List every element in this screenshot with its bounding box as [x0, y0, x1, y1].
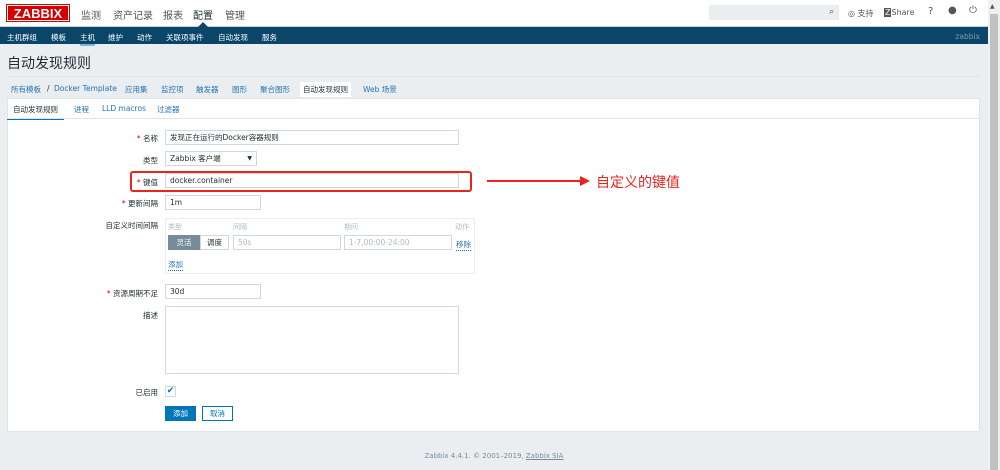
menu-monitoring[interactable]: 监测 [81, 7, 101, 22]
search-input[interactable]: ⌕ [709, 5, 839, 20]
annotation-highlight-box [130, 171, 472, 192]
footer-company-link[interactable]: Zabbix SIA [526, 452, 564, 460]
add-button[interactable]: 添加 [165, 406, 196, 421]
menu-inventory[interactable]: 资产记录 [113, 7, 153, 22]
name-input[interactable]: 发现正在运行的Docker容器规则 [165, 130, 459, 145]
breadcrumb-template[interactable]: Docker Template [54, 84, 117, 93]
subnav-discovery[interactable]: 自动发现 [218, 32, 248, 43]
menu-administration[interactable]: 管理 [225, 7, 245, 22]
breadcrumb-separator: / [47, 84, 50, 93]
zabbix-logo[interactable]: ZABBIX [6, 4, 70, 22]
custom-interval-input[interactable]: 50s [233, 235, 341, 250]
breadcrumb-graphs[interactable]: 图形 [232, 84, 247, 95]
scroll-up-icon[interactable]: ▲ [990, 3, 995, 10]
enabled-label: 已启用 [135, 388, 159, 397]
lifetime-input[interactable]: 30d [165, 284, 261, 299]
add-interval-link[interactable]: 添加 [168, 259, 183, 271]
search-icon[interactable]: ⌕ [829, 7, 834, 17]
breadcrumb-web-scenarios[interactable]: Web 场景 [363, 84, 397, 95]
breadcrumb-triggers[interactable]: 触发器 [196, 84, 219, 95]
cancel-button[interactable]: 取消 [202, 406, 233, 421]
page-title: 自动发现规则 [7, 56, 91, 72]
description-label: 描述 [143, 311, 158, 320]
subnav-hosts[interactable]: 主机 [80, 32, 95, 46]
share-link[interactable]: ZShare [884, 8, 915, 17]
col-action: 动作 [455, 223, 469, 231]
support-link[interactable]: ◎ 支持 [848, 8, 874, 19]
name-label: * 名称 [136, 134, 158, 143]
breadcrumb-discovery-rules[interactable]: 自动发现规则 [300, 82, 351, 97]
remove-interval-link[interactable]: 移除 [456, 239, 471, 251]
arrow-head-icon [580, 176, 590, 186]
subnav-event-correlation[interactable]: 关联项事件 [166, 32, 204, 43]
subnav-services[interactable]: 服务 [262, 32, 277, 43]
power-icon[interactable]: ⏻ [969, 5, 977, 16]
custom-period-input[interactable]: 1-7,00:00-24:00 [344, 235, 452, 250]
custom-intervals-label: 自定义时间间隔 [105, 221, 159, 230]
breadcrumb-screens[interactable]: 聚合图形 [260, 84, 290, 95]
tab-preprocessing[interactable]: 进程 [74, 104, 89, 115]
annotation-text: 自定义的键值 [596, 175, 680, 191]
menu-reports[interactable]: 报表 [163, 7, 183, 22]
tab-filters[interactable]: 过滤器 [157, 104, 180, 115]
enabled-checkbox[interactable]: ✔ [165, 386, 176, 397]
divider [7, 76, 980, 77]
annotation-arrow [487, 180, 582, 182]
headset-icon: ◎ [848, 9, 855, 18]
form-panel [7, 98, 980, 432]
breadcrumb-all-templates[interactable]: 所有模板 [11, 84, 41, 95]
type-select[interactable]: Zabbix 客户端 ▼ [165, 151, 257, 166]
subnav-host-groups[interactable]: 主机群组 [7, 32, 37, 43]
menu-configuration[interactable]: 配置 [193, 7, 213, 22]
subnav-actions[interactable]: 动作 [137, 32, 152, 43]
interval-input[interactable]: 1m [165, 195, 261, 210]
subnav-templates[interactable]: 模板 [51, 32, 66, 43]
footer: Zabbix 4.4.1. © 2001–2019, Zabbix SIA [424, 452, 564, 460]
scrollbar-thumb[interactable] [990, 14, 998, 470]
type-label: 类型 [143, 156, 158, 165]
tab-lld-macros[interactable]: LLD macros [102, 104, 146, 113]
scheduling-toggle[interactable]: 调度 [200, 235, 229, 250]
col-interval: 间隔 [233, 223, 247, 231]
flexible-toggle[interactable]: 灵活 [168, 235, 200, 250]
breadcrumb-applications[interactable]: 应用集 [125, 84, 148, 95]
col-period: 期间 [344, 223, 358, 231]
checkmark-icon: ✔ [166, 386, 175, 396]
subnav-maintenance[interactable]: 维护 [108, 32, 123, 43]
description-textarea[interactable] [165, 306, 459, 374]
current-user: zabbix [955, 32, 980, 41]
tab-divider [7, 118, 980, 119]
help-button[interactable]: ? [928, 6, 933, 17]
dropdown-arrow-icon: ▼ [247, 155, 252, 162]
breadcrumb-items[interactable]: 监控项 [161, 84, 184, 95]
interval-label: * 更新间隔 [121, 199, 158, 208]
col-type: 类型 [168, 223, 182, 231]
user-icon[interactable]: ● [948, 5, 957, 16]
lifetime-label: * 资源周期不足 [106, 289, 158, 298]
